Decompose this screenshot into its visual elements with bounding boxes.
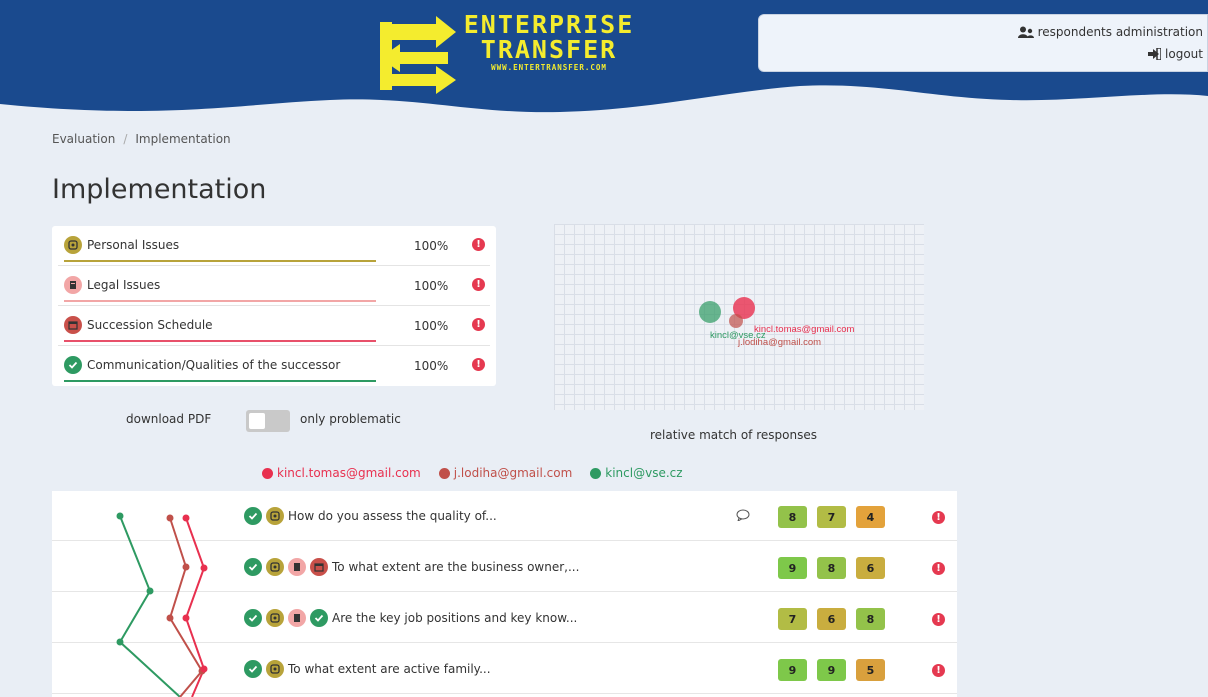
score-badge: 4 [856, 506, 885, 528]
score-badge: 8 [856, 608, 885, 630]
breadcrumb-implementation: Implementation [135, 132, 231, 146]
score-badge: 9 [817, 659, 846, 681]
score-badge: 6 [817, 608, 846, 630]
category-label: Personal Issues [87, 238, 180, 252]
score-badge: 5 [856, 659, 885, 681]
series-line-j-lodiha [168, 517, 204, 697]
legend-email: kincl.tomas@gmail.com [277, 466, 421, 480]
legend-item-kincl-tomas[interactable]: kincl.tomas@gmail.com [262, 466, 421, 480]
logout-label: logout [1165, 47, 1203, 61]
legend-dot [438, 467, 450, 479]
category-succession-schedule[interactable]: Succession Schedule 100% ! [58, 306, 490, 346]
score-badge: 8 [817, 557, 846, 579]
breadcrumb-evaluation[interactable]: Evaluation [52, 132, 115, 146]
check-icon [310, 609, 328, 627]
user-menu-box: respondents administration logout [758, 14, 1208, 72]
check-icon [244, 507, 262, 525]
score-badge: 7 [778, 608, 807, 630]
category-percent: 100% [414, 319, 449, 333]
category-underline [64, 340, 376, 342]
download-pdf-link[interactable]: download PDF [126, 412, 211, 426]
category-list: Personal Issues 100% ! Legal Issues 100%… [52, 226, 496, 386]
score-badge: 6 [856, 557, 885, 579]
respondents-administration-link[interactable]: respondents administration [1017, 25, 1203, 39]
respondent-legend: kincl.tomas@gmail.com j.lodiha@gmail.com… [262, 466, 683, 480]
question-text[interactable]: How do you assess the quality of... [288, 509, 497, 523]
category-communication[interactable]: Communication/Qualities of the successor… [58, 346, 490, 386]
logout-link[interactable]: logout [1148, 47, 1203, 61]
score-badge: 9 [778, 557, 807, 579]
page-title: Implementation [52, 174, 267, 205]
check-icon [244, 609, 262, 627]
only-problematic-toggle[interactable] [246, 410, 290, 432]
question-text[interactable]: To what extent are active family... [288, 662, 491, 676]
category-label: Communication/Qualities of the successor [87, 358, 341, 372]
enterprise-transfer-logo[interactable]: ENTERPRISE TRANSFER WWW.ENTERTRANSFER.CO… [378, 12, 638, 94]
category-legal-issues[interactable]: Legal Issues 100% ! [58, 266, 490, 306]
header: ENTERPRISE TRANSFER WWW.ENTERTRANSFER.CO… [0, 0, 1208, 130]
logo-line-2: TRANSFER [480, 35, 618, 64]
legal-icon [288, 609, 306, 627]
category-underline [64, 380, 376, 382]
legend-item-kincl-vse[interactable]: kincl@vse.cz [590, 466, 683, 480]
score-badge: 9 [778, 659, 807, 681]
legal-icon [288, 558, 306, 576]
legend-email: kincl@vse.cz [605, 466, 683, 480]
warning-icon: ! [472, 358, 485, 371]
sign-out-icon [1148, 48, 1162, 60]
comment-icon[interactable] [736, 509, 750, 521]
score-badge: 8 [778, 506, 807, 528]
legend-email: j.lodiha@gmail.com [453, 466, 573, 480]
warning-icon: ! [932, 562, 945, 575]
category-percent: 100% [414, 359, 449, 373]
warning-icon: ! [472, 278, 485, 291]
logo-arrows-icon [380, 16, 456, 94]
respondent-point-kincl-vse[interactable] [699, 301, 721, 323]
breadcrumb: Evaluation / Implementation [52, 132, 231, 146]
respondents-administration-label: respondents administration [1037, 25, 1203, 39]
question-text[interactable]: Are the key job positions and key know..… [332, 611, 577, 625]
plot-caption: relative match of responses [650, 428, 817, 442]
series-line-kincl-vse [118, 515, 181, 697]
category-percent: 100% [414, 279, 449, 293]
plot-label-kincl-vse: kincl@vse.cz [710, 330, 766, 341]
legend-item-j-lodiha[interactable]: j.lodiha@gmail.com [438, 466, 573, 480]
warning-icon: ! [472, 318, 485, 331]
person-issues-icon [266, 507, 284, 525]
check-icon [64, 356, 82, 374]
score-lines-chart [116, 512, 208, 697]
legend-dot [590, 467, 602, 479]
category-personal-issues[interactable]: Personal Issues 100% ! [58, 226, 490, 266]
category-percent: 100% [414, 239, 449, 253]
users-icon [1017, 26, 1034, 38]
breadcrumb-separator: / [123, 132, 128, 146]
legend-dot [262, 467, 273, 479]
score-badge: 7 [817, 506, 846, 528]
respondent-point-j-lodiha[interactable] [729, 314, 743, 328]
category-underline [64, 260, 376, 262]
relative-match-plot: kincl.tomas@gmail.com j.lodiha@gmail.com… [554, 224, 924, 410]
person-issues-icon [266, 609, 284, 627]
warning-icon: ! [932, 511, 945, 524]
category-label: Legal Issues [87, 278, 161, 292]
person-issues-icon [64, 236, 82, 254]
category-underline [64, 300, 376, 302]
question-text[interactable]: To what extent are the business owner,..… [332, 560, 579, 574]
check-icon [244, 660, 262, 678]
warning-icon: ! [932, 613, 945, 626]
only-problematic-label: only problematic [300, 412, 401, 426]
warning-icon: ! [472, 238, 485, 251]
calendar-icon [64, 316, 82, 334]
category-label: Succession Schedule [87, 318, 213, 332]
person-issues-icon [266, 660, 284, 678]
warning-icon: ! [932, 664, 945, 677]
check-icon [244, 558, 262, 576]
calendar-icon [310, 558, 328, 576]
plot-label-kincl-tomas: kincl.tomas@gmail.com [754, 324, 855, 335]
legal-icon [64, 276, 82, 294]
person-issues-icon [266, 558, 284, 576]
toggle-knob [249, 413, 265, 429]
